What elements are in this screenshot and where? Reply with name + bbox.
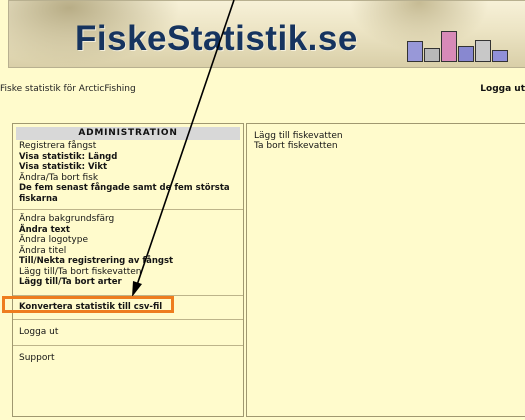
menu-item-setting-3[interactable]: Ändra titel <box>19 246 237 257</box>
admin-menu-header: ADMINISTRATION <box>16 127 240 140</box>
logout-link-top[interactable]: Logga ut <box>480 84 525 94</box>
menu-item-support[interactable]: Support <box>19 353 237 364</box>
logo-bar <box>441 31 457 62</box>
menu-item-convert-csv[interactable]: Konvertera statistik till csv-fil <box>19 302 237 313</box>
admin-menu: ADMINISTRATION Registrera fångst Visa sta… <box>12 123 244 417</box>
menu-item-setting-6[interactable]: Lägg till/Ta bort arter <box>19 277 237 288</box>
site-subtitle: Fiske statistik för ArcticFishing <box>0 84 136 94</box>
menu-item-stat-0[interactable]: Registrera fångst <box>19 141 237 152</box>
menu-item-setting-4[interactable]: Till/Nekta registrering av fångst <box>19 256 237 267</box>
menu-item-setting-5[interactable]: Lägg till/Ta bort fiskevatten <box>19 267 237 278</box>
content-panel: Lägg till fiskevatten Ta bort fiskevatte… <box>246 123 525 417</box>
menu-item-stat-3[interactable]: Ändra/Ta bort fisk <box>19 173 237 184</box>
logo-bar <box>424 48 440 62</box>
logo-bar <box>492 50 508 62</box>
menu-item-logout[interactable]: Logga ut <box>19 327 237 338</box>
menu-item-stat-2[interactable]: Visa statistik: Vikt <box>19 162 237 173</box>
logo-bar <box>407 41 423 62</box>
menu-group-settings: Ändra bakgrundsfärg Ändra text Ändra logot… <box>13 213 243 288</box>
bar-chart-logo-icon <box>405 26 515 64</box>
menu-item-setting-1[interactable]: Ändra text <box>19 225 237 236</box>
content-link-remove-water[interactable]: Ta bort fiskevatten <box>247 141 525 151</box>
menu-group-statistics: Registrera fångst Visa statistik: Längd Vi… <box>13 140 243 204</box>
logo-bar <box>475 40 491 62</box>
menu-item-stat-1[interactable]: Visa statistik: Längd <box>19 152 237 163</box>
menu-item-stat-4[interactable]: De fem senast fångade samt de fem störst… <box>19 183 237 204</box>
menu-item-setting-2[interactable]: Ändra logotype <box>19 235 237 246</box>
logo-bar <box>458 46 474 62</box>
site-banner: FiskeStatistik.se <box>8 0 525 68</box>
menu-item-setting-0[interactable]: Ändra bakgrundsfärg <box>19 214 237 225</box>
content-link-add-water[interactable]: Lägg till fiskevatten <box>247 131 525 141</box>
site-title: FiskeStatistik.se <box>75 19 358 58</box>
